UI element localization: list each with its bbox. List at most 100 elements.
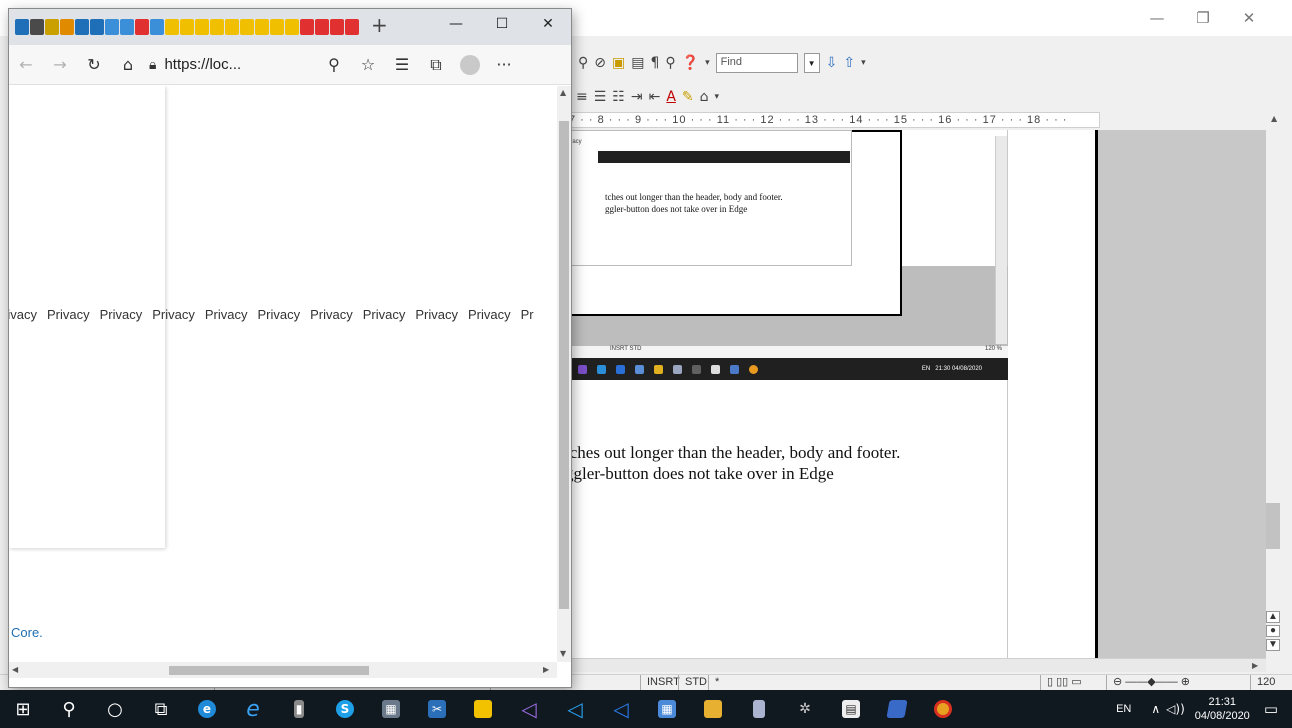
decrease-indent-icon[interactable]: ⇤ — [649, 89, 661, 105]
pinned-tab[interactable] — [300, 19, 314, 35]
maximize-button[interactable]: ☐ — [479, 9, 525, 39]
highlight-icon[interactable]: ✎ — [682, 89, 694, 105]
character-shading-icon[interactable]: ⌂ — [700, 89, 709, 105]
document-horizontal-scrollbar[interactable]: ▶ — [560, 658, 1266, 672]
increase-indent-icon[interactable]: ⇥ — [631, 89, 643, 105]
pinned-tab[interactable] — [150, 19, 164, 35]
vs-blue-icon[interactable]: ◁ — [598, 690, 644, 728]
close-button[interactable]: ✕ — [525, 9, 571, 39]
address-bar[interactable]: 🔒︎ https://loc... — [149, 50, 317, 80]
forward-button[interactable]: → — [43, 50, 77, 80]
page-horizontal-scroll-thumb[interactable] — [169, 666, 369, 675]
minimize-button[interactable]: — — [1134, 4, 1180, 32]
usb-icon[interactable]: ▮ — [276, 690, 322, 728]
document-scroll-thumb[interactable] — [1266, 503, 1280, 549]
task-view-icon[interactable]: ⧉ — [138, 690, 184, 728]
libreoffice-icon[interactable]: ▤ — [828, 690, 874, 728]
start-icon[interactable]: ⊞ — [0, 690, 46, 728]
chevron-up-icon[interactable]: ∧ — [1151, 702, 1160, 716]
pinned-tab[interactable] — [60, 19, 74, 35]
home-button[interactable]: ⌂ — [111, 50, 145, 80]
network-icon[interactable]: ✲ — [782, 690, 828, 728]
image-icon[interactable]: ▣ — [612, 55, 625, 71]
privacy-link[interactable]: Privacy — [363, 307, 406, 322]
pinned-tab[interactable] — [135, 19, 149, 35]
pinned-tab[interactable] — [315, 19, 329, 35]
navigation-icon[interactable]: ● — [1266, 625, 1280, 637]
bullet-list-icon[interactable]: ☷ — [612, 89, 625, 105]
pinned-tab[interactable] — [30, 19, 44, 35]
close-button[interactable]: ✕ — [1226, 4, 1272, 32]
find-previous-icon[interactable]: ⇧ — [843, 55, 855, 71]
skype-icon[interactable]: S — [322, 690, 368, 728]
scroll-down-icon[interactable]: ▼ — [560, 649, 566, 658]
privacy-link[interactable]: Privacy — [468, 307, 511, 322]
pinned-tab[interactable] — [45, 19, 59, 35]
profile-avatar[interactable] — [453, 50, 487, 80]
find-replace-icon[interactable]: ⚲ — [578, 55, 588, 71]
spelling-icon[interactable]: ⊘ — [594, 55, 606, 71]
chrome-icon[interactable] — [920, 690, 966, 728]
clock[interactable]: 21:31 04/08/2020 — [1195, 695, 1250, 723]
scroll-right-icon[interactable]: ▶ — [1252, 661, 1258, 670]
privacy-link[interactable]: Privacy — [47, 307, 90, 322]
align-justify-icon[interactable]: ≡ — [576, 89, 588, 105]
scroll-left-icon[interactable]: ◀ — [12, 665, 18, 674]
privacy-link[interactable]: Privacy — [310, 307, 353, 322]
pinned-tab[interactable] — [255, 19, 269, 35]
back-button[interactable]: ← — [9, 50, 43, 80]
favorite-star-icon[interactable]: ☆ — [351, 50, 385, 80]
numbered-list-icon[interactable]: ☰ — [594, 89, 607, 105]
privacy-link[interactable]: rivacy — [9, 307, 37, 322]
chart-icon[interactable]: ▤ — [631, 55, 644, 71]
zoom-icon[interactable]: ⚲ — [317, 50, 351, 80]
view-layout-icon[interactable]: ▯ ▯▯ ▭ — [1040, 675, 1088, 691]
zoom-icon[interactable]: ⚲ — [665, 55, 675, 71]
pinned-tab[interactable] — [75, 19, 89, 35]
word-icon[interactable] — [874, 690, 920, 728]
edge-icon[interactable]: e — [184, 690, 230, 728]
pinned-tab[interactable] — [105, 19, 119, 35]
notepad-icon[interactable] — [736, 690, 782, 728]
pinned-tab[interactable] — [195, 19, 209, 35]
find-dropdown-button[interactable]: ▼ — [803, 53, 820, 73]
volume-icon[interactable]: ◁)) — [1166, 702, 1185, 716]
toolbar-overflow-icon[interactable]: ▾ — [705, 58, 710, 68]
toolbar-overflow-icon[interactable]: ▾ — [861, 58, 866, 68]
privacy-link[interactable]: Privacy — [152, 307, 195, 322]
zoom-level[interactable]: 120 % — [1250, 675, 1292, 703]
calculator-icon[interactable]: ▦ — [368, 690, 414, 728]
pinned-tab[interactable] — [210, 19, 224, 35]
find-input[interactable]: Find — [715, 53, 798, 73]
pinned-tab[interactable] — [285, 19, 299, 35]
privacy-link[interactable]: Privacy — [100, 307, 143, 322]
pinned-tab[interactable] — [15, 19, 29, 35]
font-color-icon[interactable]: A — [666, 89, 676, 105]
ie-icon[interactable]: e — [230, 690, 276, 728]
language-indicator[interactable]: EN — [1116, 703, 1131, 715]
notification-icon[interactable]: ▭ — [1264, 700, 1278, 718]
toolbar-overflow-icon[interactable]: ▾ — [715, 92, 720, 102]
privacy-link[interactable]: Privacy — [257, 307, 300, 322]
formatting-marks-icon[interactable]: ¶ — [650, 55, 659, 71]
file-explorer-icon[interactable] — [690, 690, 736, 728]
find-next-icon[interactable]: ⇩ — [826, 55, 838, 71]
sticky-notes-icon[interactable] — [460, 690, 506, 728]
pinned-tab[interactable] — [345, 19, 359, 35]
refresh-button[interactable]: ↻ — [77, 50, 111, 80]
pinned-tab[interactable] — [90, 19, 104, 35]
pinned-tab[interactable] — [180, 19, 194, 35]
pinned-tab[interactable] — [270, 19, 284, 35]
search-icon[interactable]: ⚲ — [46, 690, 92, 728]
document-vertical-scrollbar[interactable]: ▲ — [1266, 112, 1292, 658]
restore-button[interactable]: ❐ — [1180, 4, 1226, 32]
next-page-icon[interactable]: ▼ — [1266, 639, 1280, 651]
favorites-icon[interactable]: ☰ — [385, 50, 419, 80]
visual-studio-icon[interactable]: ◁ — [506, 690, 552, 728]
minimize-button[interactable]: — — [433, 9, 479, 39]
paint-icon[interactable]: ▦ — [644, 690, 690, 728]
privacy-link[interactable]: Privacy — [205, 307, 248, 322]
zoom-slider[interactable]: ⊖ ——◆—— ⊕ — [1106, 675, 1256, 691]
scroll-up-icon[interactable]: ▲ — [560, 88, 566, 97]
footer-link[interactable]: Core. — [11, 625, 43, 640]
